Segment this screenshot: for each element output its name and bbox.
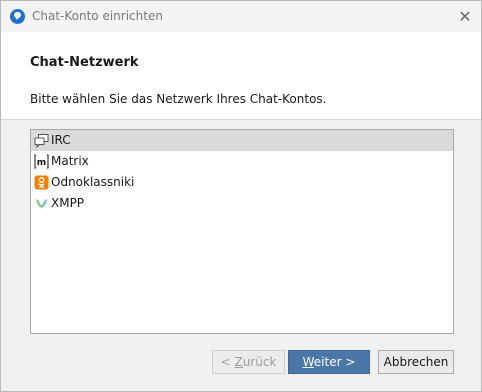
next-rest: eiter >	[313, 355, 356, 369]
page-description: Bitte wählen Sie das Netzwerk Ihres Chat…	[30, 92, 327, 106]
list-item-label: IRC	[51, 133, 71, 147]
close-button[interactable]: ✕	[453, 6, 477, 28]
list-item-label: Matrix	[51, 154, 89, 168]
back-button[interactable]: < Zurück	[212, 350, 285, 374]
header-panel: Chat-Netzwerk Bitte wählen Sie das Netzw…	[1, 32, 481, 119]
back-mnemonic: Z	[234, 355, 243, 369]
page-heading: Chat-Netzwerk	[30, 55, 139, 70]
irc-icon	[34, 134, 49, 148]
odnoklassniki-icon	[34, 175, 49, 190]
header-separator	[1, 119, 481, 120]
next-mnemonic: W	[302, 355, 314, 369]
list-item-matrix[interactable]: m Matrix	[31, 151, 453, 172]
dialog-window: Chat-Konto einrichten ✕ Chat-Netzwerk Bi…	[0, 0, 482, 392]
network-list[interactable]: IRC m Matrix Odnoklassniki XMPP	[30, 129, 454, 334]
list-item-label: Odnoklassniki	[51, 175, 135, 189]
next-button[interactable]: Weiter >	[288, 350, 370, 374]
chat-app-icon	[10, 9, 25, 24]
back-rest: urück	[242, 355, 277, 369]
matrix-icon: m	[34, 154, 49, 169]
cancel-button[interactable]: Abbrechen	[378, 350, 454, 374]
xmpp-icon	[35, 199, 48, 209]
window-title: Chat-Konto einrichten	[32, 9, 163, 23]
list-item-label: XMPP	[51, 196, 85, 210]
list-item-xmpp[interactable]: XMPP	[31, 193, 453, 214]
back-prefix: <	[220, 355, 235, 369]
list-item-irc[interactable]: IRC	[31, 130, 453, 151]
svg-text:m: m	[37, 158, 46, 168]
list-item-odnoklassniki[interactable]: Odnoklassniki	[31, 172, 453, 193]
title-bar: Chat-Konto einrichten ✕	[1, 1, 481, 32]
